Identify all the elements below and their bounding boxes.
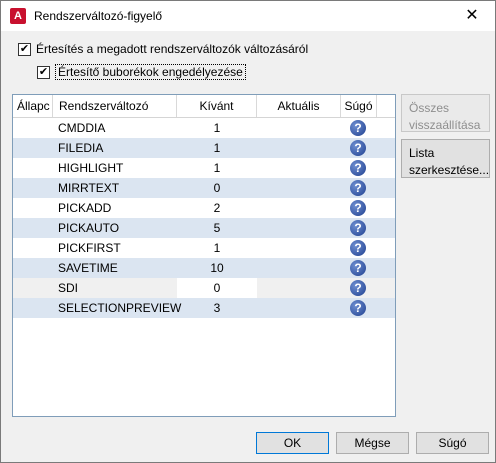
help-icon[interactable]: ? bbox=[350, 300, 366, 316]
variable-cell: FILEDIA bbox=[58, 141, 104, 155]
variable-col-header[interactable]: Rendszerváltozó bbox=[53, 95, 177, 117]
close-icon[interactable]: ✕ bbox=[449, 1, 495, 31]
notify-option[interactable]: ✔ Értesítés a megadott rendszerváltozók … bbox=[18, 42, 308, 56]
balloon-label: Értesítő buborékok engedélyezése bbox=[55, 64, 246, 80]
variable-cell: MIRRTEXT bbox=[58, 181, 120, 195]
edit-list-button[interactable]: Lista szerkesztése... bbox=[401, 139, 490, 178]
help-cell[interactable]: ? bbox=[347, 278, 367, 298]
status-col-header[interactable]: Állapc bbox=[13, 95, 53, 117]
table-row[interactable]: CMDDIA 1 ? bbox=[13, 118, 395, 138]
variable-cell: SELECTIONPREVIEW bbox=[58, 301, 182, 315]
help-icon[interactable]: ? bbox=[350, 260, 366, 276]
cancel-button[interactable]: Mégse bbox=[336, 432, 409, 454]
wanted-cell[interactable]: 1 bbox=[177, 158, 257, 178]
notify-checkbox[interactable]: ✔ bbox=[18, 42, 31, 56]
balloon-checkbox[interactable]: ✔ bbox=[37, 65, 50, 79]
wanted-cell[interactable]: 2 bbox=[177, 198, 257, 218]
wanted-cell[interactable]: 10 bbox=[177, 258, 257, 278]
variable-cell: CMDDIA bbox=[58, 121, 106, 135]
help-cell[interactable]: ? bbox=[347, 138, 367, 158]
notify-label: Értesítés a megadott rendszerváltozók vá… bbox=[36, 42, 309, 56]
table-row[interactable]: FILEDIA 1 ? bbox=[13, 138, 395, 158]
help-icon[interactable]: ? bbox=[350, 140, 366, 156]
table-row[interactable]: PICKFIRST 1 ? bbox=[13, 238, 395, 258]
wanted-cell[interactable]: 5 bbox=[177, 218, 257, 238]
wanted-cell[interactable]: 0 bbox=[177, 178, 257, 198]
help-icon[interactable]: ? bbox=[350, 180, 366, 196]
help-icon[interactable]: ? bbox=[350, 200, 366, 216]
variable-cell: SAVETIME bbox=[58, 261, 118, 275]
variables-table: Állapc Rendszerváltozó Kívánt Aktuális S… bbox=[12, 94, 396, 417]
help-icon[interactable]: ? bbox=[350, 160, 366, 176]
variable-cell: PICKAUTO bbox=[58, 221, 120, 235]
help-icon[interactable]: ? bbox=[350, 240, 366, 256]
help-cell[interactable]: ? bbox=[347, 178, 367, 198]
dialog-window: A Rendszerváltozó-figyelő ✕ ✔ Értesítés … bbox=[0, 0, 496, 463]
variable-cell: PICKFIRST bbox=[58, 241, 121, 255]
current-col-header[interactable]: Aktuális bbox=[257, 95, 341, 117]
table-row[interactable]: SAVETIME 10 ? bbox=[13, 258, 395, 278]
help-cell[interactable]: ? bbox=[347, 218, 367, 238]
wanted-cell[interactable]: 1 bbox=[177, 118, 257, 138]
help-cell[interactable]: ? bbox=[347, 298, 367, 318]
table-row[interactable]: SDI 0 ? bbox=[13, 278, 395, 298]
ok-button[interactable]: OK bbox=[256, 432, 329, 454]
wanted-cell[interactable]: 0 bbox=[177, 278, 257, 298]
wanted-col-header[interactable]: Kívánt bbox=[177, 95, 257, 117]
table-row[interactable]: HIGHLIGHT 1 ? bbox=[13, 158, 395, 178]
table-header: Állapc Rendszerváltozó Kívánt Aktuális S… bbox=[13, 95, 395, 118]
variable-cell: PICKADD bbox=[58, 201, 112, 215]
help-button[interactable]: Súgó bbox=[416, 432, 489, 454]
variable-cell: HIGHLIGHT bbox=[58, 161, 124, 175]
help-col-header[interactable]: Súgó bbox=[341, 95, 377, 117]
help-cell[interactable]: ? bbox=[347, 118, 367, 138]
table-row[interactable]: PICKADD 2 ? bbox=[13, 198, 395, 218]
help-icon[interactable]: ? bbox=[350, 120, 366, 136]
app-icon: A bbox=[10, 8, 26, 24]
wanted-cell[interactable]: 1 bbox=[177, 238, 257, 258]
balloon-option[interactable]: ✔ Értesítő buborékok engedélyezése bbox=[37, 64, 246, 80]
table-row[interactable]: MIRRTEXT 0 ? bbox=[13, 178, 395, 198]
help-cell[interactable]: ? bbox=[347, 258, 367, 278]
help-cell[interactable]: ? bbox=[347, 158, 367, 178]
reset-all-button[interactable]: Összes visszaállítása bbox=[401, 94, 490, 132]
help-cell[interactable]: ? bbox=[347, 198, 367, 218]
help-icon[interactable]: ? bbox=[350, 280, 366, 296]
wanted-cell[interactable]: 3 bbox=[177, 298, 257, 318]
wanted-cell[interactable]: 1 bbox=[177, 138, 257, 158]
table-row[interactable]: SELECTIONPREVIEW 3 ? bbox=[13, 298, 395, 318]
title-bar: A Rendszerváltozó-figyelő ✕ bbox=[1, 1, 495, 31]
help-cell[interactable]: ? bbox=[347, 238, 367, 258]
help-icon[interactable]: ? bbox=[350, 220, 366, 236]
table-row[interactable]: PICKAUTO 5 ? bbox=[13, 218, 395, 238]
window-title: Rendszerváltozó-figyelő bbox=[34, 9, 163, 23]
variable-cell: SDI bbox=[58, 281, 79, 295]
